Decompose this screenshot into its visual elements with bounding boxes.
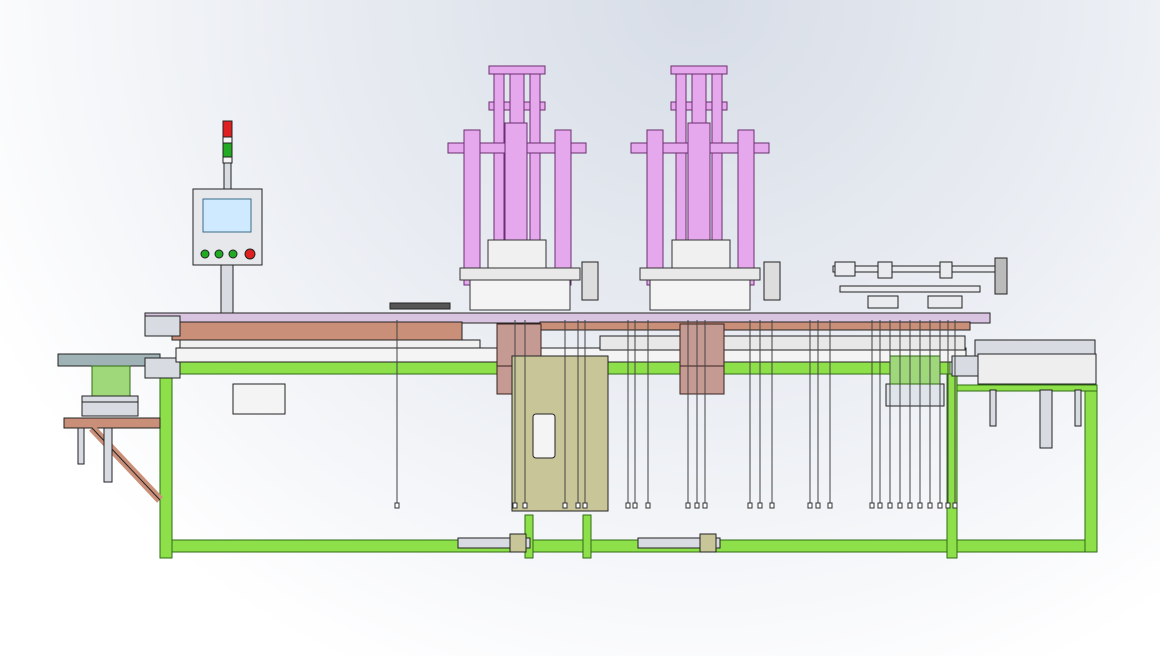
rod-foot — [757, 502, 763, 509]
rod-foot — [927, 502, 933, 509]
rod-foot — [897, 502, 903, 509]
rod-foot — [952, 502, 958, 509]
rod-foot — [394, 502, 400, 509]
rod-foot — [522, 502, 528, 509]
rod-foot — [632, 502, 638, 509]
rod-foot — [694, 502, 700, 509]
rod-foot — [869, 502, 875, 509]
press-station-2 — [630, 65, 781, 311]
machine-drawing — [57, 65, 1098, 559]
tower-light — [222, 120, 233, 190]
rod-foot — [937, 502, 943, 509]
rod-foot — [877, 502, 883, 509]
rod-foot — [887, 502, 893, 509]
rod-foot — [512, 502, 518, 509]
rod-foot — [769, 502, 775, 509]
rod-foot — [827, 502, 833, 509]
rod-foot — [815, 502, 821, 509]
mold-block-2 — [679, 323, 725, 395]
hmi-control-panel — [192, 188, 263, 316]
rod-foot — [582, 502, 588, 509]
rod-foot — [945, 502, 951, 509]
rod-foot — [747, 502, 753, 509]
rod-foot — [562, 502, 568, 509]
rod-foot — [645, 502, 651, 509]
press-station-1 — [447, 65, 599, 311]
rod-foot — [807, 502, 813, 509]
discharge-panel — [511, 355, 609, 512]
cad-viewport — [0, 0, 1160, 656]
rod-foot — [625, 502, 631, 509]
rod-foot — [685, 502, 691, 509]
rod-foot — [575, 502, 581, 509]
rod-foot — [917, 502, 923, 509]
rod-foot — [702, 502, 708, 509]
rod-foot — [907, 502, 913, 509]
transfer-manipulator — [832, 257, 1008, 309]
